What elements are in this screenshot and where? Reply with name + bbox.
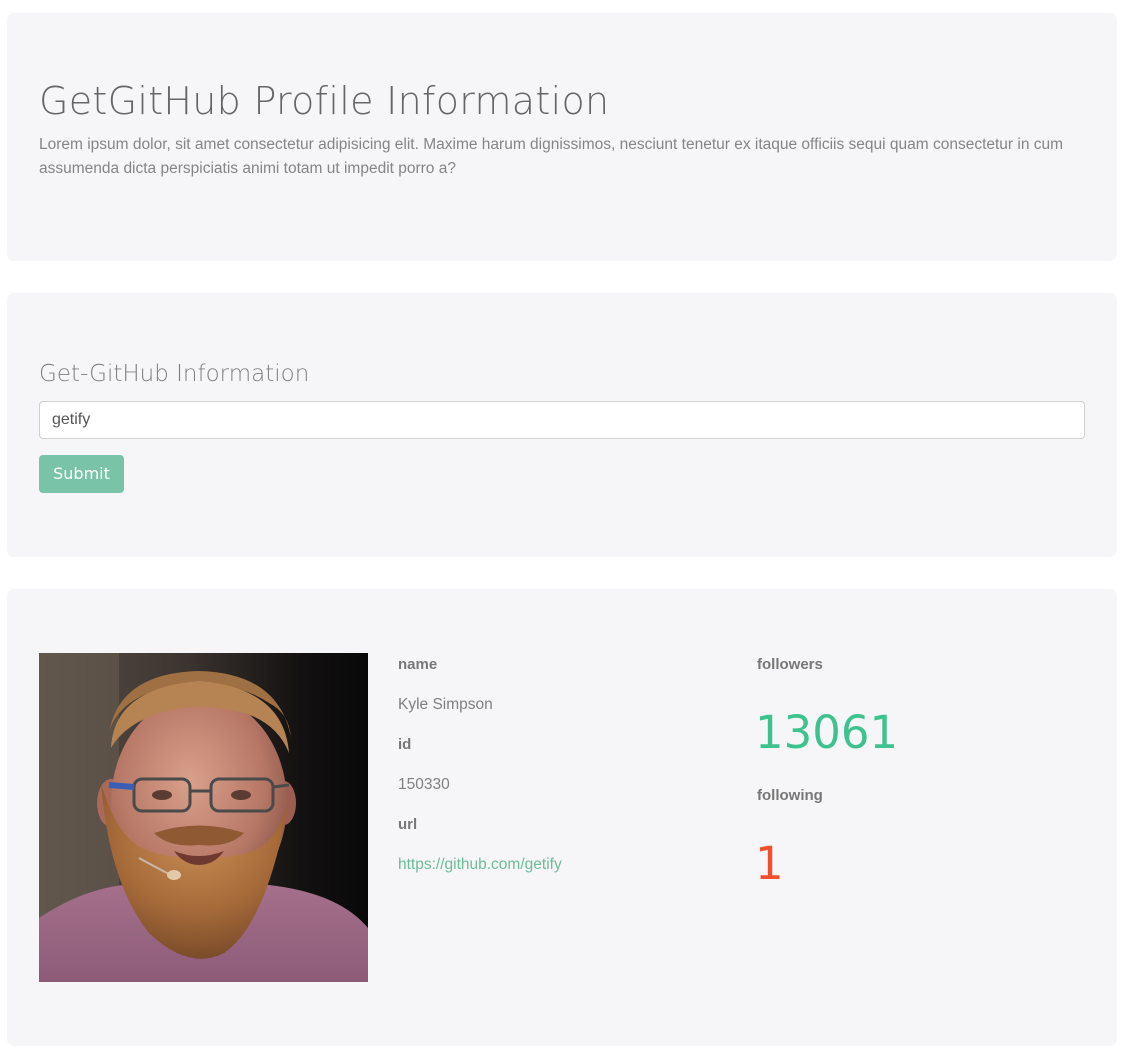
url-value: https://github.com/getify — [398, 854, 562, 876]
search-form-card: Get-GitHub Information Submit — [7, 293, 1117, 557]
url-label: url — [398, 816, 418, 833]
name-label: name — [398, 656, 438, 673]
following-count: 1 — [755, 837, 784, 890]
form-title: Get-GitHub Information — [39, 361, 310, 387]
following-label: following — [757, 787, 823, 804]
followers-count: 13061 — [755, 706, 899, 759]
id-label: id — [398, 736, 412, 753]
username-input[interactable] — [39, 401, 1085, 439]
hero-card: GetGitHub Profile Information Lorem ipsu… — [7, 13, 1117, 261]
page-title: GetGitHub Profile Information — [39, 79, 610, 123]
followers-label: followers — [757, 656, 823, 673]
id-value: 150330 — [398, 776, 450, 793]
profile-card: name Kyle Simpson id 150330 url https://… — [7, 589, 1117, 1046]
page-description: Lorem ipsum dolor, sit amet consectetur … — [39, 136, 1064, 177]
submit-button[interactable]: Submit — [39, 455, 124, 493]
name-value: Kyle Simpson — [398, 696, 493, 713]
profile-url-link[interactable]: https://github.com/getify — [398, 856, 562, 873]
avatar — [39, 653, 368, 982]
